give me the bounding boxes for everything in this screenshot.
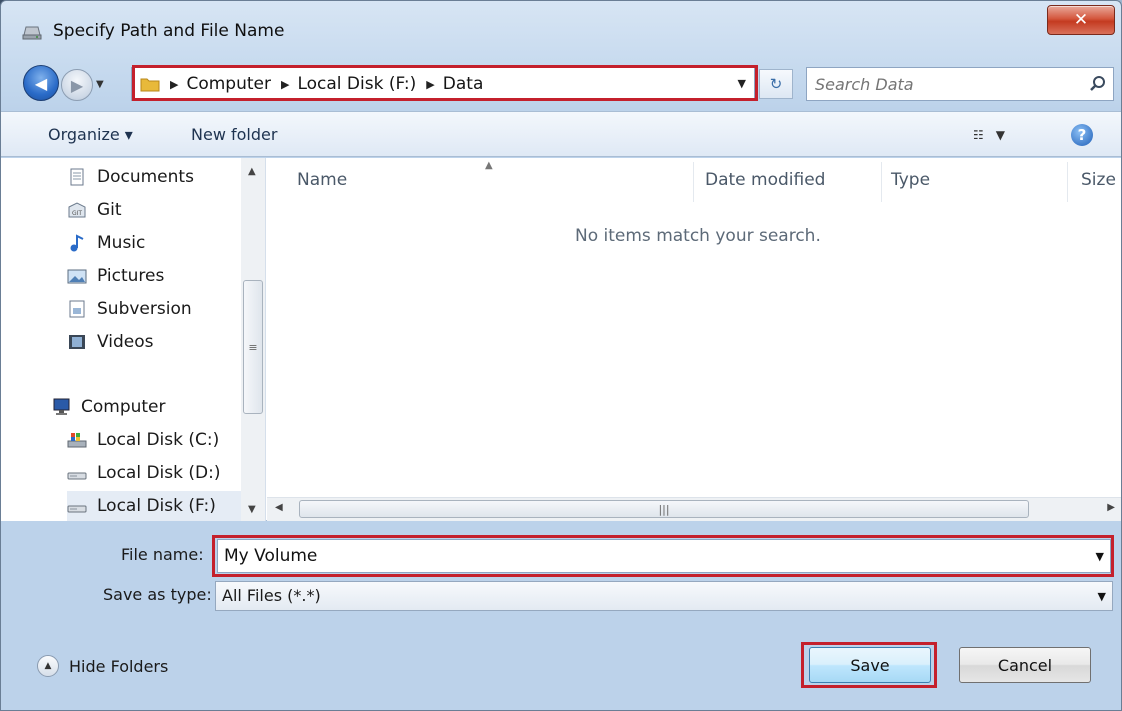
git-icon: GIT (68, 202, 86, 218)
title-bar: Specify Path and File Name ✕ (1, 1, 1121, 59)
drive-icon (67, 505, 87, 513)
chevron-down-icon[interactable]: ▼ (1096, 550, 1104, 563)
organize-menu[interactable]: Organize ▾ (48, 125, 133, 144)
scrollbar-thumb[interactable]: ≡ (243, 280, 263, 414)
computer-icon (53, 398, 70, 415)
column-header-date-modified[interactable]: Date modified (705, 170, 825, 190)
address-dropdown-icon[interactable]: ▼ (738, 77, 746, 90)
column-separator[interactable] (881, 162, 882, 202)
subversion-icon (69, 300, 85, 318)
search-input[interactable] (815, 73, 1075, 95)
breadcrumb-computer[interactable]: ▶ Computer (170, 74, 271, 94)
help-icon[interactable]: ? (1071, 124, 1093, 146)
folder-icon (140, 78, 160, 92)
back-button[interactable]: ◀ (23, 65, 59, 101)
music-icon (70, 234, 84, 252)
toolbar: Organize ▾ New folder ☷ ▼ ? (1, 111, 1121, 157)
address-bar[interactable]: ▶ Computer ▶ Local Disk (F:) ▶ Data ▼ (131, 67, 755, 101)
chevron-down-icon: ▼ (1097, 590, 1106, 603)
breadcrumb-data[interactable]: ▶ Data (426, 74, 483, 94)
close-button[interactable]: ✕ (1047, 5, 1115, 35)
drive-icon (22, 26, 42, 40)
save-as-type-label: Save as type: (103, 585, 212, 604)
refresh-icon: ↻ (769, 75, 783, 93)
column-separator[interactable] (693, 162, 694, 202)
breadcrumb-separator-icon: ▶ (280, 77, 290, 91)
search-icon[interactable] (1089, 75, 1107, 93)
pictures-icon (67, 269, 87, 284)
scroll-down-icon[interactable]: ▼ (248, 504, 256, 515)
history-dropdown-icon[interactable]: ▼ (96, 79, 104, 90)
cancel-button[interactable]: Cancel (959, 647, 1091, 683)
forward-button[interactable]: ▶ (61, 69, 93, 101)
back-arrow-icon: ◀ (34, 73, 48, 93)
chevron-down-icon: ▼ (995, 128, 1005, 142)
sort-ascending-icon: ▲ (485, 160, 493, 171)
hide-folders-button[interactable]: ▲ Hide Folders (37, 655, 168, 677)
navigation-scrollbar[interactable]: ▲ ≡ ▼ (241, 158, 265, 521)
close-icon: ✕ (1073, 10, 1089, 30)
file-name-field: ▼ (217, 539, 1111, 573)
search-box (806, 67, 1114, 101)
svg-text:GIT: GIT (72, 210, 82, 217)
breadcrumb-local-disk-f[interactable]: ▶ Local Disk (F:) (281, 74, 416, 94)
drive-icon (67, 472, 87, 480)
navigation-row: ◀ ▶ ▼ ▶ Computer ▶ Local Disk (F:) ▶ Dat… (1, 59, 1121, 107)
save-as-type-select[interactable]: All Files (*.*) ▼ (215, 581, 1113, 611)
system-drive-icon (67, 433, 87, 448)
navigation-pane: Documents GIT Git Music Pictures Subvers… (1, 158, 266, 521)
forward-arrow-icon: ▶ (70, 75, 84, 95)
column-header-type[interactable]: Type (891, 170, 930, 190)
horizontal-scrollbar[interactable]: ◀ ||| ▶ (267, 497, 1121, 521)
change-view-button[interactable]: ☷ ▼ (973, 124, 1033, 146)
save-as-type-value: All Files (*.*) (222, 586, 321, 605)
column-separator[interactable] (1067, 162, 1068, 202)
scroll-right-icon[interactable]: ▶ (1107, 502, 1115, 513)
refresh-button[interactable]: ↻ (759, 69, 793, 99)
column-header-name[interactable]: Name (297, 170, 347, 190)
documents-icon (70, 168, 84, 186)
file-name-label: File name: (121, 545, 204, 564)
scroll-up-icon[interactable]: ▲ (248, 166, 256, 177)
save-dialog: Specify Path and File Name ✕ ◀ ▶ ▼ ▶ Com… (0, 0, 1122, 711)
breadcrumb-separator-icon: ▶ (426, 77, 435, 91)
scroll-left-icon[interactable]: ◀ (275, 502, 283, 513)
save-button[interactable]: Save (809, 647, 931, 683)
breadcrumb-separator-icon: ▶ (170, 77, 179, 91)
nav-item-local-disk-f[interactable]: Local Disk (F:) (67, 491, 241, 521)
videos-icon (69, 335, 85, 349)
file-list-pane: ▲ Name Date modified Type Size No items … (267, 158, 1121, 521)
new-folder-button[interactable]: New folder (191, 125, 277, 144)
view-list-icon: ☷ (973, 128, 984, 142)
window-title: Specify Path and File Name (53, 21, 285, 41)
empty-message: No items match your search. (575, 226, 821, 246)
column-header-size[interactable]: Size (1081, 170, 1116, 190)
chevron-up-icon: ▲ (37, 655, 59, 677)
scrollbar-thumb[interactable]: ||| (299, 500, 1029, 518)
browser-area: Documents GIT Git Music Pictures Subvers… (1, 158, 1121, 521)
file-name-input[interactable] (224, 545, 1064, 567)
